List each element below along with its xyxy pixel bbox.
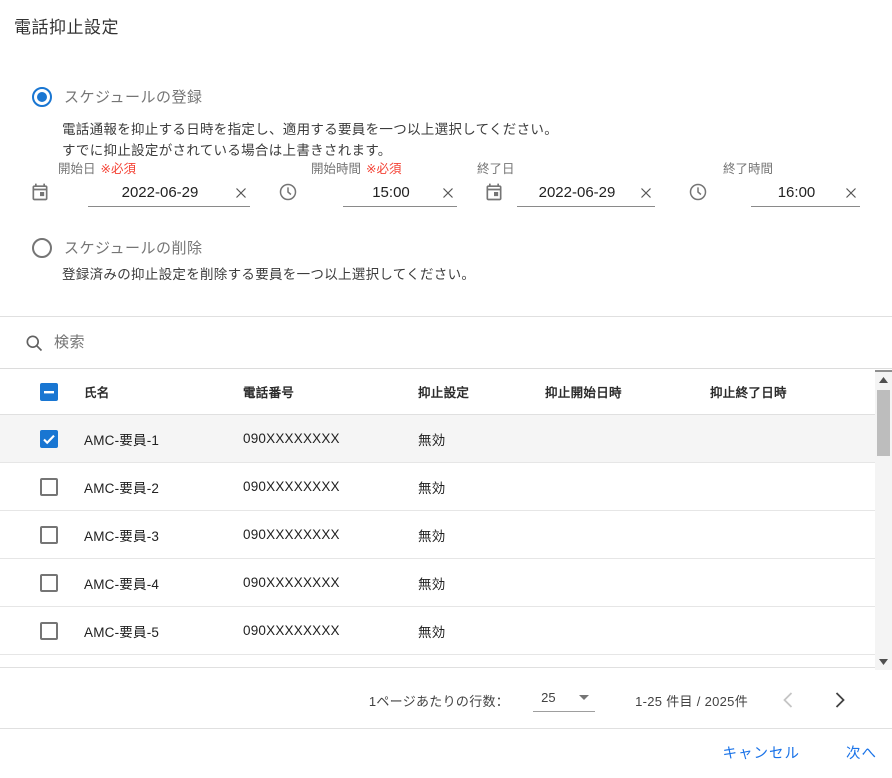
rows-per-page-label: 1ページあたりの行数： (369, 691, 509, 710)
select-all-checkbox[interactable] (40, 383, 58, 401)
start-date-clear-icon[interactable] (232, 184, 250, 202)
cell-name: AMC-要員-5 (84, 621, 243, 641)
cell-suppression: 無効 (418, 477, 545, 497)
table-row[interactable]: AMC-要員-4 090XXXXXXXX 無効 (0, 559, 875, 607)
delete-description: 登録済みの抑止設定を削除する要員を一つ以上選択してください。 (62, 263, 475, 283)
pagination-bar: 1ページあたりの行数： 25 1-25 件目 / 2025件 (369, 682, 852, 718)
table-header-row: 氏名 電話番号 抑止設定 抑止開始日時 抑止終了日時 (0, 369, 875, 415)
column-header-suppression[interactable]: 抑止設定 (418, 382, 545, 401)
cell-name: AMC-要員-2 (84, 477, 243, 497)
end-time-input[interactable]: 16:00 (751, 184, 842, 201)
cell-name: AMC-要員-1 (84, 429, 243, 449)
column-header-suppression-start[interactable]: 抑止開始日時 (545, 382, 710, 401)
schedule-fields-row: 開始日 ※必須 2022-06-29 開始時間 ※必須 15:00 (0, 158, 892, 216)
cell-suppression: 無効 (418, 525, 545, 545)
next-page-button[interactable] (828, 688, 852, 712)
personnel-table: 氏名 電話番号 抑止設定 抑止開始日時 抑止終了日時 AMC-要員-1 090X… (0, 368, 892, 670)
end-date-field: 終了日 2022-06-29 (477, 158, 655, 207)
end-time-field: 終了時間 16:00 (723, 158, 860, 207)
table-row[interactable]: AMC-要員-2 090XXXXXXXX 無効 (0, 463, 875, 511)
start-time-input[interactable]: 15:00 (343, 184, 439, 201)
cell-name: AMC-要員-4 (84, 573, 243, 593)
end-date-input[interactable]: 2022-06-29 (517, 184, 637, 201)
next-button[interactable]: 次へ (846, 742, 877, 763)
chevron-down-icon (579, 695, 589, 700)
row-checkbox[interactable] (40, 574, 58, 592)
radio-unselected-icon[interactable] (32, 238, 52, 258)
calendar-icon[interactable] (30, 182, 50, 202)
start-time-label: 開始時間 (311, 162, 361, 176)
table-row[interactable]: AMC-要員-5 090XXXXXXXX 無効 (0, 607, 875, 655)
search-icon (24, 333, 44, 353)
scrollbar-down-icon[interactable] (875, 654, 892, 670)
radio-register-schedule[interactable]: スケジュールの登録 (32, 86, 202, 107)
rows-per-page-value: 25 (541, 690, 579, 705)
rows-per-page-select[interactable]: 25 (533, 688, 595, 712)
radio-delete-schedule[interactable]: スケジュールの削除 (32, 237, 202, 258)
table-row[interactable]: AMC-要員-1 090XXXXXXXX 無効 (0, 415, 875, 463)
cell-phone: 090XXXXXXXX (243, 527, 418, 542)
column-header-name[interactable]: 氏名 (84, 382, 243, 401)
search-input[interactable] (54, 334, 754, 351)
cell-phone: 090XXXXXXXX (243, 431, 418, 446)
cell-suppression: 無効 (418, 429, 545, 449)
radio-register-label: スケジュールの登録 (64, 86, 202, 107)
page-title: 電話抑止設定 (14, 13, 119, 38)
cell-phone: 090XXXXXXXX (243, 623, 418, 638)
start-time-field: 開始時間 ※必須 15:00 (311, 158, 457, 207)
row-checkbox[interactable] (40, 478, 58, 496)
register-description-line2: すでに抑止設定がされている場合は上書きされます。 (62, 139, 392, 159)
cell-phone: 090XXXXXXXX (243, 575, 418, 590)
row-checkbox[interactable] (40, 430, 58, 448)
footer-actions: キャンセル 次へ (723, 742, 878, 763)
row-checkbox[interactable] (40, 622, 58, 640)
scrollbar-up-icon[interactable] (875, 372, 892, 388)
table-row[interactable]: AMC-要員-3 090XXXXXXXX 無効 (0, 511, 875, 559)
row-checkbox[interactable] (40, 526, 58, 544)
column-header-phone[interactable]: 電話番号 (243, 382, 418, 401)
cancel-button[interactable]: キャンセル (723, 742, 801, 763)
table-scrollbar[interactable] (875, 370, 892, 670)
radio-delete-label: スケジュールの削除 (64, 237, 202, 258)
clock-icon[interactable] (688, 182, 708, 202)
clock-icon[interactable] (278, 182, 298, 202)
start-time-required-mark: ※必須 (366, 162, 401, 176)
footer-divider (0, 728, 892, 729)
start-time-clear-icon[interactable] (439, 184, 457, 202)
radio-selected-icon[interactable] (32, 87, 52, 107)
scrollbar-thumb[interactable] (877, 390, 890, 456)
register-description-line1: 電話通報を抑止する日時を指定し、適用する要員を一つ以上選択してください。 (62, 118, 558, 138)
previous-page-button[interactable] (776, 688, 800, 712)
cell-phone: 090XXXXXXXX (243, 479, 418, 494)
search-bar (0, 317, 892, 368)
pagination-range-label: 1-25 件目 / 2025件 (635, 691, 748, 710)
end-time-clear-icon[interactable] (842, 184, 860, 202)
start-date-input[interactable]: 2022-06-29 (88, 184, 232, 201)
cell-suppression: 無効 (418, 621, 545, 641)
cell-suppression: 無効 (418, 573, 545, 593)
column-header-suppression-end[interactable]: 抑止終了日時 (710, 382, 875, 401)
end-date-clear-icon[interactable] (637, 184, 655, 202)
phone-suppression-dialog: 電話抑止設定 スケジュールの登録 電話通報を抑止する日時を指定し、適用する要員を… (0, 0, 892, 778)
start-date-required-mark: ※必須 (101, 162, 136, 176)
end-time-label: 終了時間 (723, 162, 773, 176)
cell-name: AMC-要員-3 (84, 525, 243, 545)
end-date-label: 終了日 (477, 162, 515, 176)
table-row-partial (0, 655, 875, 668)
start-date-field: 開始日 ※必須 2022-06-29 (58, 158, 250, 207)
start-date-label: 開始日 (58, 162, 96, 176)
